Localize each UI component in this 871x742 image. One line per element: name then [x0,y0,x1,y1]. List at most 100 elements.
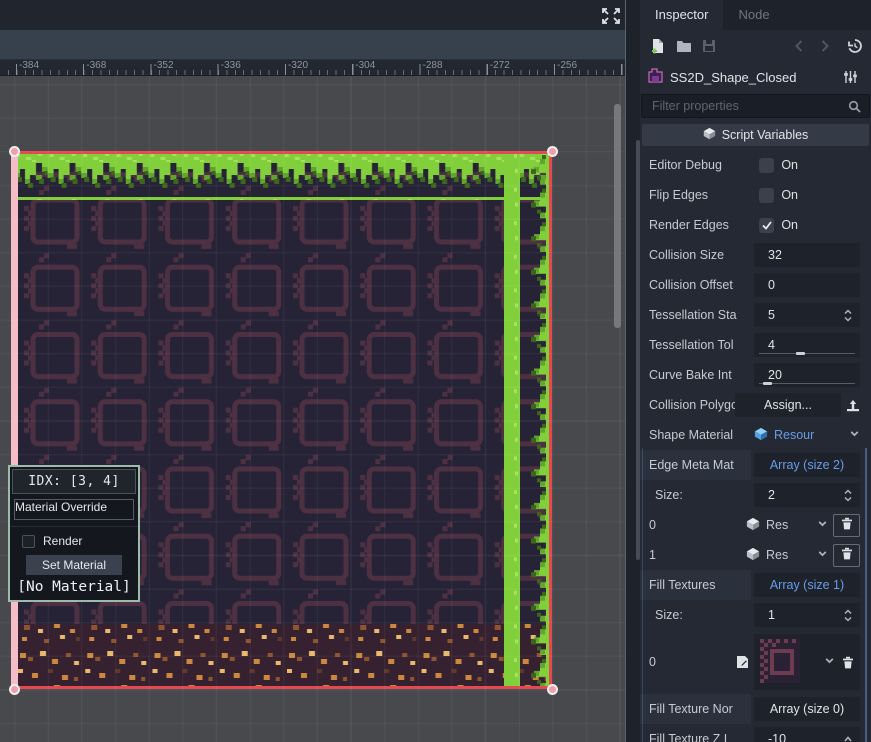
open-resource-icon[interactable] [676,40,702,53]
checkbox-state-text: On [781,188,798,202]
save-resource-icon[interactable] [702,39,728,53]
spinbox-field[interactable]: 2 [754,483,860,507]
shape-handle-bottom-left[interactable] [9,684,20,695]
spinbox-field[interactable]: 1 [754,603,860,627]
slider-track[interactable] [759,353,855,354]
inspector-scrollbar-track[interactable] [626,30,640,742]
prop-label: Collision Size [649,248,754,262]
array-edit-button[interactable]: Array (size 1) [754,573,860,597]
chevron-down-icon[interactable] [849,428,860,442]
spin-updown-icon[interactable] [843,308,853,323]
ss2d-shape-render[interactable] [14,151,552,689]
delete-item-button[interactable] [833,544,860,567]
slider-track[interactable] [759,383,855,384]
expand-viewport-icon[interactable] [600,6,622,26]
spinbox-field[interactable]: -10 [754,727,860,742]
section-header-label: Script Variables [722,128,809,142]
canvas-viewport[interactable]: -384-368-352-336-320-304-288-272-256-240 [0,0,626,742]
resource-dropdown[interactable]: Resour [754,427,860,444]
selected-edge-highlight[interactable] [11,151,18,689]
shape-handle-top-left[interactable] [9,146,20,157]
chevron-down-icon[interactable] [824,655,835,669]
shape-fill-texture [14,151,552,689]
delete-item-button[interactable] [842,656,854,669]
filter-properties-box[interactable] [641,94,870,118]
tab-inspector[interactable]: Inspector [640,0,723,30]
array-edit-button[interactable]: Array (size 0) [754,697,860,721]
prop-row-shape-material: Shape MaterialResour [640,420,871,450]
assign-picker-icon[interactable] [846,399,860,412]
canvas-2d-area[interactable]: IDX: [3, 4] Material Override Render Set… [0,76,626,742]
property-checkbox[interactable] [759,218,774,233]
object-history-icon[interactable] [847,38,863,54]
render-checkbox[interactable] [22,535,35,548]
prop-label: Editor Debug [649,158,759,172]
viewport-top-bar [0,0,626,30]
inspector-panel: Inspector Node [626,0,871,742]
array-edit-button[interactable]: Array (size 2) [754,453,860,477]
shape-dirt-band [16,624,548,686]
number-field[interactable]: 0 [754,273,860,297]
prop-row-size: Size:1 [640,600,871,630]
delete-item-button[interactable] [833,514,860,537]
prop-row-flip-edges: Flip EdgesOn [640,180,871,210]
edit-resource-icon[interactable] [736,655,749,669]
ss2d-node-icon [648,68,663,86]
prop-label: Render Edges [649,218,759,232]
spin-updown-icon[interactable] [843,608,853,623]
viewport-vertical-scrollbar[interactable] [614,104,621,328]
spinbox-field[interactable]: 5 [754,303,860,327]
filter-row [640,92,871,120]
material-override-button[interactable]: Material Override [14,499,134,520]
edited-object-row: SS2D_Shape_Closed [640,62,871,92]
spin-updown-icon[interactable] [843,488,853,503]
prop-row-collision-offset: Collision Offset0 [640,270,871,300]
array-item-resource-dropdown[interactable]: Res [746,517,828,534]
shape-handle-bottom-right[interactable] [547,684,558,695]
horizontal-ruler[interactable]: -384-368-352-336-320-304-288-272-256-240 [0,60,626,76]
chevron-down-icon[interactable] [817,548,828,562]
godot-editor-window: -384-368-352-336-320-304-288-272-256-240 [0,0,871,742]
resource-icon [754,427,768,444]
history-back-icon[interactable] [795,40,809,52]
ruler-label: -336 [221,60,241,71]
prop-row-collision-polygo: Collision PolygoAssign... [640,390,871,420]
history-forward-icon[interactable] [821,40,835,52]
object-name: SS2D_Shape_Closed [670,70,836,85]
slider-grabber[interactable] [763,382,772,385]
prop-row-curve-bake-int: Curve Bake Int20 [640,360,871,390]
property-checkbox[interactable] [759,188,774,203]
tools-sliders-icon[interactable] [843,70,857,84]
set-material-button[interactable]: Set Material [26,555,122,575]
chevron-down-icon[interactable] [817,518,828,532]
slider-grabber[interactable] [796,352,805,355]
checkbox-state-text: On [781,218,798,232]
texture-preview[interactable] [760,639,800,686]
shape-handle-top-right[interactable] [547,146,558,157]
property-checkbox[interactable] [759,158,774,173]
tab-node[interactable]: Node [723,0,784,30]
prop-row-editor-debug: Editor DebugOn [640,150,871,180]
prop-label: Collision Offset [649,278,754,292]
slider-number-field[interactable]: 4 [754,333,860,357]
new-resource-icon[interactable] [650,38,676,54]
slider-number-field[interactable]: 20 [754,363,860,387]
prop-label: Fill Textures [640,570,751,600]
section-script-variables[interactable]: Script Variables [642,124,869,146]
prop-label: Curve Bake Int [649,368,754,382]
shape-grass-top-edge [16,154,550,200]
prop-row-edge-meta-mat: Edge Meta MatArray (size 2) [640,450,871,480]
number-field[interactable]: 32 [754,243,860,267]
assign-button[interactable]: Assign... [735,393,841,417]
shape-grass-right-edge [504,154,550,686]
array-item-resource-dropdown[interactable]: Res [746,547,828,564]
prop-label: 0 [649,655,736,669]
render-checkbox-row[interactable]: Render [22,534,138,548]
ruler-label: -288 [423,60,443,71]
spin-up-icon[interactable] [843,735,853,742]
ruler-label: -352 [154,60,174,71]
panel-separator[interactable] [625,0,626,742]
filter-properties-input[interactable] [650,98,848,114]
render-checkbox-label: Render [43,534,82,548]
prop-row-0: 0Res [640,510,871,540]
